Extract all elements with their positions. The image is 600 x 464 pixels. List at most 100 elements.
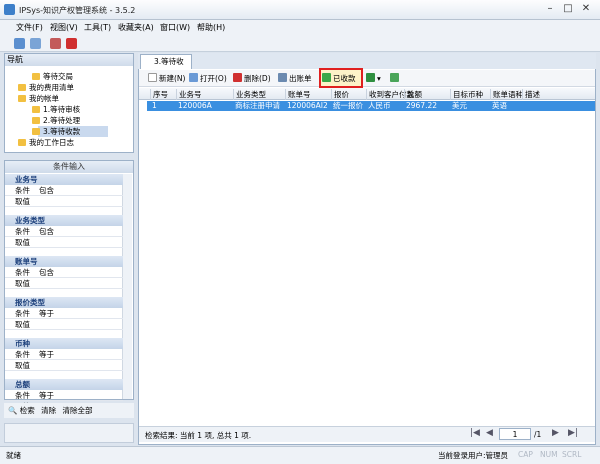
refresh-icon[interactable] — [30, 38, 41, 49]
condition-op-row[interactable]: 条件 等于 — [5, 390, 123, 401]
minimize-icon[interactable]: – — [542, 2, 558, 16]
nav-item-process[interactable]: 2.等待处理 — [43, 115, 80, 126]
status-scrl: SCRL — [562, 450, 582, 459]
column-header[interactable]: 账单语种 — [490, 89, 523, 100]
condition-group-header[interactable]: 业务类型 — [5, 215, 123, 226]
delete-icon — [233, 73, 242, 82]
nav-item-review[interactable]: 1.等待审核 — [43, 104, 80, 115]
clear-link[interactable]: 清除 — [41, 406, 56, 415]
export-button[interactable]: ▾ — [366, 73, 381, 83]
tab-strip — [138, 53, 596, 69]
new-button[interactable]: 新建(N) — [148, 73, 185, 84]
column-header[interactable]: 报价 — [331, 89, 349, 100]
nav-item-bills[interactable]: 我的帐单 — [29, 93, 59, 104]
condition-scrollbar[interactable] — [122, 174, 132, 399]
folder-icon — [32, 117, 40, 124]
column-header[interactable]: 业务类型 — [233, 89, 266, 100]
condition-op-row[interactable]: 条件 包含 — [5, 185, 123, 196]
window-title: IPSys-知识产权管理系统 - 3.5.2 — [19, 6, 136, 15]
status-ready: 就绪 — [6, 451, 21, 460]
nav-item-fees[interactable]: 我的费用清单 — [29, 82, 74, 93]
condition-op-row[interactable]: 条件 包含 — [5, 226, 123, 237]
table-cell: 1 — [152, 101, 157, 110]
status-caps: CAP — [518, 450, 533, 459]
nav-item-waiting-submit[interactable]: 等待交局 — [43, 71, 73, 82]
excel-icon — [366, 73, 375, 82]
last-page-icon[interactable]: ▶| — [568, 428, 578, 438]
report-icon — [390, 73, 399, 82]
column-header[interactable]: 账单号 — [285, 89, 311, 100]
condition-group-header[interactable]: 报价类型 — [5, 297, 123, 308]
app-icon — [4, 4, 15, 15]
status-bar — [0, 446, 600, 464]
search-links: 🔍 检索 清除 清除全部 — [4, 403, 134, 418]
table-cell: 人民币 — [368, 101, 391, 110]
condition-value-row[interactable]: 取值 — [5, 278, 123, 289]
tools-icon[interactable] — [50, 38, 61, 49]
paid-icon — [322, 73, 331, 82]
status-user: 当前登录用户:管理员 — [438, 451, 509, 460]
condition-group-header[interactable]: 账单号 — [5, 256, 123, 267]
delete-button[interactable]: 删除(D) — [233, 73, 271, 84]
table-cell: 2967.22 — [406, 101, 438, 110]
first-page-icon[interactable]: |◀ — [470, 428, 480, 438]
nav-title: 导航 — [5, 54, 133, 66]
close-icon[interactable]: ✕ — [578, 2, 594, 16]
condition-value-row[interactable]: 取值 — [5, 196, 123, 207]
paid-button[interactable]: 已收款 — [322, 73, 356, 84]
condition-value-row[interactable]: 取值 — [5, 319, 123, 330]
open-button[interactable]: 打开(O) — [189, 73, 227, 84]
nav-item-collect[interactable]: 3.等待收款 — [43, 126, 80, 137]
condition-op-row[interactable]: 条件 包含 — [5, 267, 123, 278]
status-num: NUM — [540, 450, 558, 459]
report-button[interactable] — [390, 73, 401, 83]
condition-group-header[interactable]: 业务号 — [5, 174, 123, 185]
column-header[interactable]: 目标币种 — [450, 89, 483, 100]
bill-icon — [278, 73, 287, 82]
new-icon — [148, 73, 157, 82]
clear-all-link[interactable]: 清除全部 — [63, 406, 93, 415]
condition-value-row[interactable]: 取值 — [5, 360, 123, 371]
page-total: /1 — [534, 430, 542, 439]
condition-op-row[interactable]: 条件 等于 — [5, 349, 123, 360]
menu-view[interactable]: 视图(V) — [50, 22, 78, 33]
page-input[interactable]: 1 — [499, 428, 531, 440]
next-page-icon[interactable]: ▶ — [552, 428, 559, 438]
column-header[interactable]: 序号 — [150, 89, 168, 100]
folder-icon — [32, 106, 40, 113]
condition-group-header[interactable]: 总额 — [5, 379, 123, 390]
menu-favorites[interactable]: 收藏夹(A) — [118, 22, 154, 33]
prev-page-icon[interactable]: ◀ — [486, 428, 493, 438]
nav-item-worklog[interactable]: 我的工作日志 — [29, 137, 74, 148]
column-header[interactable]: 业务号 — [176, 89, 202, 100]
search-icon[interactable] — [14, 38, 25, 49]
tab-waiting-collect[interactable]: 3.等待收款 — [140, 54, 192, 80]
search-link[interactable]: 检索 — [20, 406, 35, 415]
table-cell: 美元 — [452, 101, 467, 110]
condition-title: 条件输入 — [5, 161, 133, 173]
folder-icon — [18, 95, 26, 102]
search-icon: 🔍 — [8, 406, 18, 415]
menu-window[interactable]: 窗口(W) — [160, 22, 190, 33]
column-header[interactable]: 描述 — [522, 89, 540, 100]
column-header[interactable]: 总额 — [404, 89, 422, 100]
menu-help[interactable]: 帮助(H) — [197, 22, 225, 33]
maximize-icon[interactable]: □ — [560, 2, 576, 16]
condition-group-header[interactable]: 币种 — [5, 338, 123, 349]
table-cell: 120006AI2 — [287, 101, 328, 110]
folder-icon — [32, 128, 40, 135]
out-bill-button[interactable]: 出账单 — [278, 73, 312, 84]
result-text: 检索结果: 当前 1 项, 总共 1 项. — [145, 431, 252, 440]
condition-value-row[interactable]: 取值 — [5, 237, 123, 248]
menu-file[interactable]: 文件(F) — [16, 22, 43, 33]
main-pane — [138, 53, 596, 445]
condition-op-row[interactable]: 条件 等于 — [5, 308, 123, 319]
table-cell: 统一报价 — [333, 101, 363, 110]
open-icon — [189, 73, 198, 82]
table-cell: 120006A — [178, 101, 212, 110]
folder-icon — [18, 84, 26, 91]
delete-icon[interactable] — [66, 38, 77, 49]
menu-tools[interactable]: 工具(T) — [84, 22, 111, 33]
table-cell: 商标注册申请 — [235, 101, 280, 110]
table-cell: 英语 — [492, 101, 507, 110]
